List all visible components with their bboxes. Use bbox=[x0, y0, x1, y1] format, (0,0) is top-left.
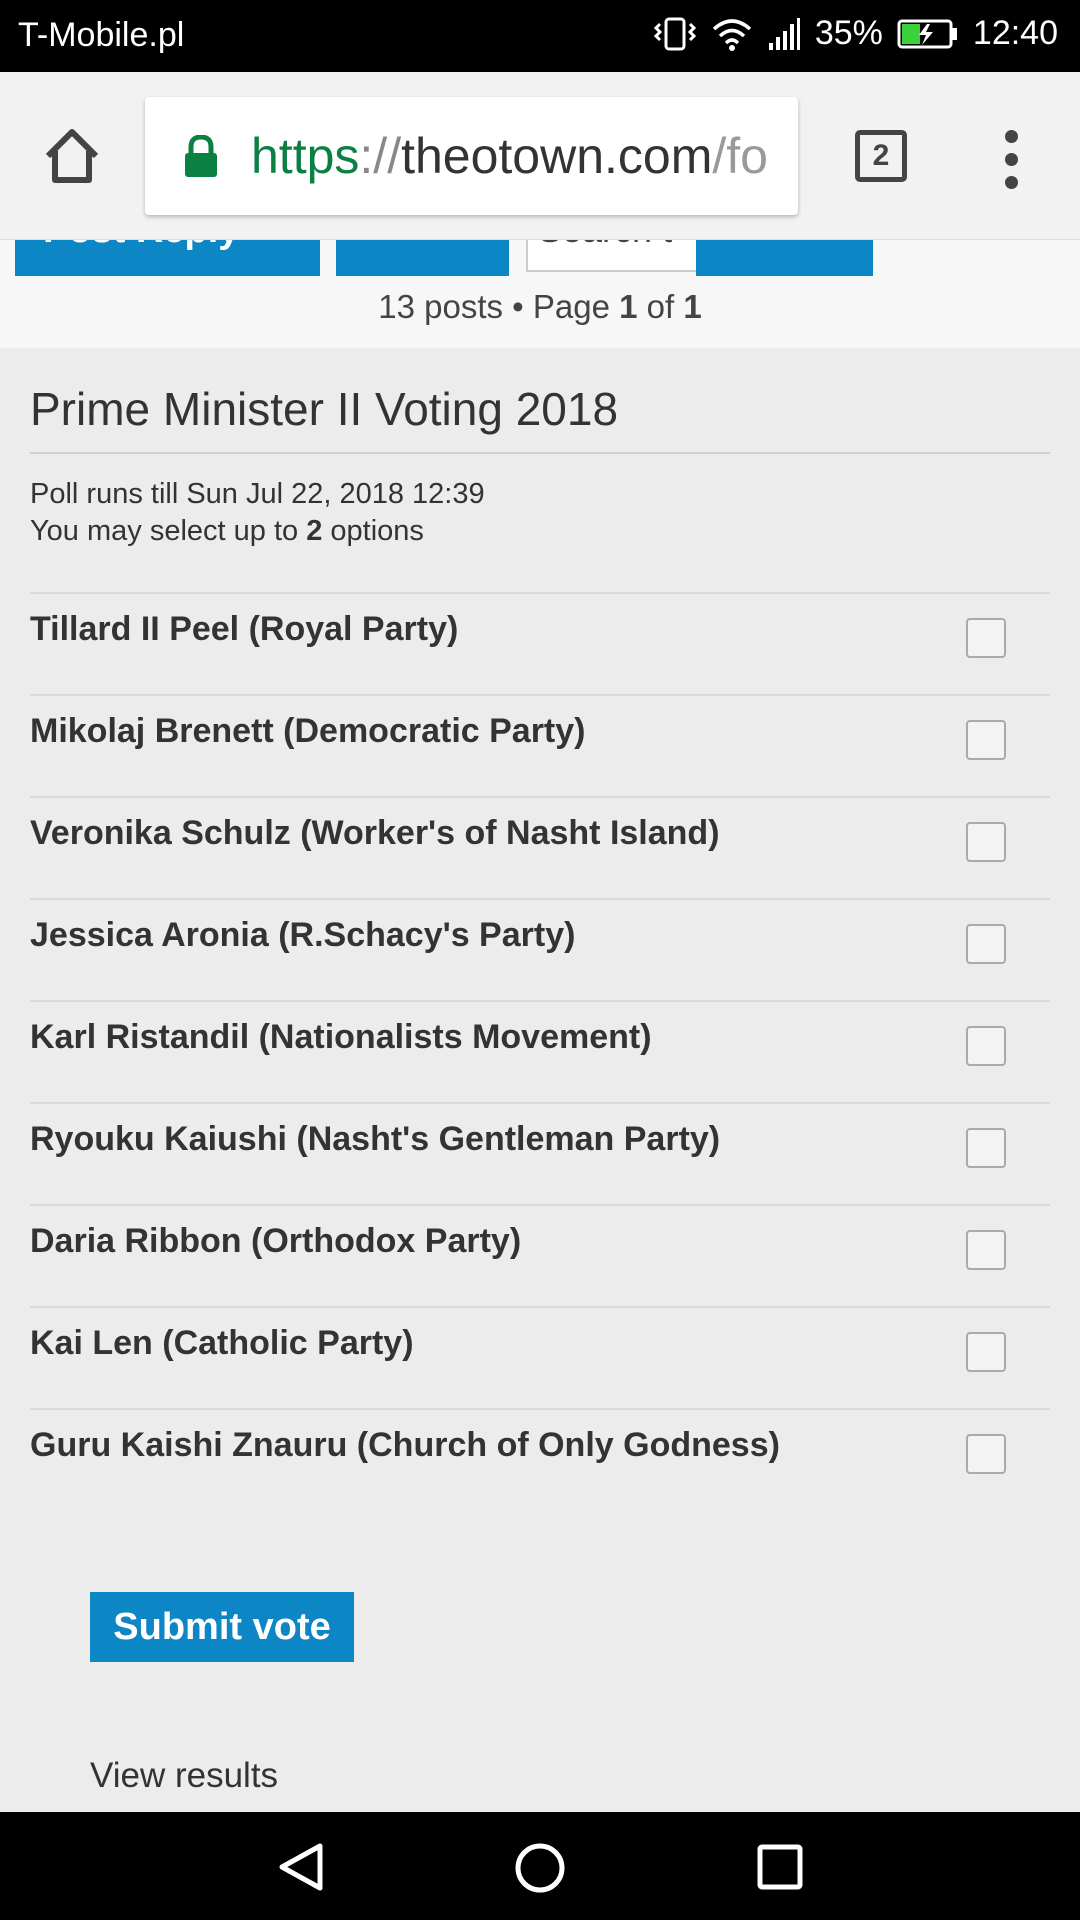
post-reply-label: Post Reply bbox=[43, 240, 239, 251]
topic-action-bar: Post Reply Search t 13 posts • Page 1 of… bbox=[0, 240, 1080, 348]
pagination-current: 1 bbox=[619, 288, 638, 325]
signal-icon bbox=[768, 17, 800, 50]
vibrate-icon bbox=[653, 17, 696, 50]
poll-option-checkbox[interactable] bbox=[966, 1332, 1006, 1372]
poll-option-label: Jessica Aronia (R.Schacy's Party) bbox=[30, 916, 576, 954]
search-icon bbox=[755, 240, 757, 241]
topic-tools-button[interactable] bbox=[336, 240, 509, 276]
poll-end-date: Poll runs till Sun Jul 22, 2018 12:39 bbox=[30, 478, 485, 510]
back-icon[interactable] bbox=[276, 1842, 326, 1892]
poll-select-suffix: options bbox=[322, 515, 424, 547]
poll-option-checkbox[interactable] bbox=[966, 618, 1006, 658]
wrench-icon bbox=[336, 240, 509, 276]
view-results-link[interactable]: View results bbox=[90, 1756, 278, 1796]
recent-apps-icon[interactable] bbox=[757, 1844, 803, 1890]
poll-panel: Prime Minister II Voting 2018 Poll runs … bbox=[30, 348, 1050, 1512]
advanced-search-button[interactable] bbox=[786, 240, 873, 276]
navigation-bar bbox=[0, 1812, 1080, 1920]
pagination-total: 1 bbox=[683, 288, 702, 325]
url-path: /fo bbox=[712, 128, 768, 184]
poll-option[interactable]: Daria Ribbon (Orthodox Party) bbox=[30, 1206, 1050, 1308]
poll-option-label: Kai Len (Catholic Party) bbox=[30, 1324, 414, 1362]
poll-option-checkbox[interactable] bbox=[966, 1128, 1006, 1168]
poll-option[interactable]: Jessica Aronia (R.Schacy's Party) bbox=[30, 900, 1050, 1002]
poll-option[interactable]: Ryouku Kaiushi (Nasht's Gentleman Party) bbox=[30, 1104, 1050, 1206]
poll-option-checkbox[interactable] bbox=[966, 720, 1006, 760]
poll-options: Tillard II Peel (Royal Party) Mikolaj Br… bbox=[30, 592, 1050, 1512]
poll-option[interactable]: Tillard II Peel (Royal Party) bbox=[30, 594, 1050, 696]
url-separator: :// bbox=[359, 128, 402, 184]
poll-select-prefix: You may select up to bbox=[30, 515, 307, 547]
pagination-of: of bbox=[637, 288, 684, 325]
home-icon[interactable] bbox=[40, 124, 104, 188]
poll-option[interactable]: Guru Kaishi Znauru (Church of Only Godne… bbox=[30, 1410, 1050, 1512]
poll-option-label: Karl Ristandil (Nationalists Movement) bbox=[30, 1018, 652, 1056]
url-text: https://theotown.com/fo bbox=[251, 127, 768, 185]
search-input[interactable]: Search t bbox=[526, 240, 698, 272]
battery-charging-icon bbox=[897, 19, 957, 48]
submit-vote-button[interactable]: Submit vote bbox=[90, 1592, 354, 1662]
poll-title: Prime Minister II Voting 2018 bbox=[30, 348, 1050, 454]
url-host: theotown.com bbox=[401, 128, 713, 184]
poll-option[interactable]: Mikolaj Brenett (Democratic Party) bbox=[30, 696, 1050, 798]
poll-option[interactable]: Kai Len (Catholic Party) bbox=[30, 1308, 1050, 1410]
search-button[interactable] bbox=[696, 240, 786, 276]
status-icons: 35% 12:40 bbox=[653, 14, 1058, 53]
post-reply-button[interactable]: Post Reply bbox=[15, 240, 320, 276]
battery-percent: 35% bbox=[814, 14, 883, 52]
pagination-posts: 13 posts • Page bbox=[378, 288, 620, 325]
poll-option-checkbox[interactable] bbox=[966, 1230, 1006, 1270]
poll-option-checkbox[interactable] bbox=[966, 822, 1006, 862]
poll-option-checkbox[interactable] bbox=[966, 924, 1006, 964]
poll-select-count: 2 bbox=[306, 515, 323, 547]
poll-option-checkbox[interactable] bbox=[966, 1434, 1006, 1474]
wifi-icon bbox=[712, 18, 752, 51]
lock-icon bbox=[185, 135, 217, 177]
status-bar: T-Mobile.pl 35% 12:40 bbox=[0, 0, 1080, 72]
poll-max-options: You may select up to 2 options bbox=[30, 513, 1050, 550]
address-bar[interactable]: https://theotown.com/fo bbox=[145, 97, 798, 215]
poll-option-label: Tillard II Peel (Royal Party) bbox=[30, 610, 459, 648]
tab-switcher-button[interactable]: 2 bbox=[855, 130, 907, 182]
poll-option[interactable]: Karl Ristandil (Nationalists Movement) bbox=[30, 1002, 1050, 1104]
poll-option[interactable]: Veronika Schulz (Worker's of Nasht Islan… bbox=[30, 798, 1050, 900]
browser-toolbar: https://theotown.com/fo 2 bbox=[0, 72, 1080, 240]
clock: 12:40 bbox=[972, 14, 1058, 52]
home-circle-icon[interactable] bbox=[514, 1842, 566, 1894]
search-advanced-icon bbox=[845, 240, 847, 241]
url-scheme: https bbox=[251, 128, 360, 184]
poll-option-label: Mikolaj Brenett (Democratic Party) bbox=[30, 712, 586, 750]
poll-option-label: Veronika Schulz (Worker's of Nasht Islan… bbox=[30, 814, 720, 852]
poll-option-label: Guru Kaishi Znauru (Church of Only Godne… bbox=[30, 1426, 780, 1464]
poll-option-checkbox[interactable] bbox=[966, 1026, 1006, 1066]
carrier-name: T-Mobile.pl bbox=[18, 16, 185, 54]
poll-option-label: Ryouku Kaiushi (Nasht's Gentleman Party) bbox=[30, 1120, 721, 1158]
overflow-menu-icon[interactable] bbox=[1000, 130, 1024, 190]
pagination: 13 posts • Page 1 of 1 bbox=[0, 288, 1080, 326]
poll-option-label: Daria Ribbon (Orthodox Party) bbox=[30, 1222, 522, 1260]
poll-meta: Poll runs till Sun Jul 22, 2018 12:39 Yo… bbox=[30, 476, 1050, 550]
